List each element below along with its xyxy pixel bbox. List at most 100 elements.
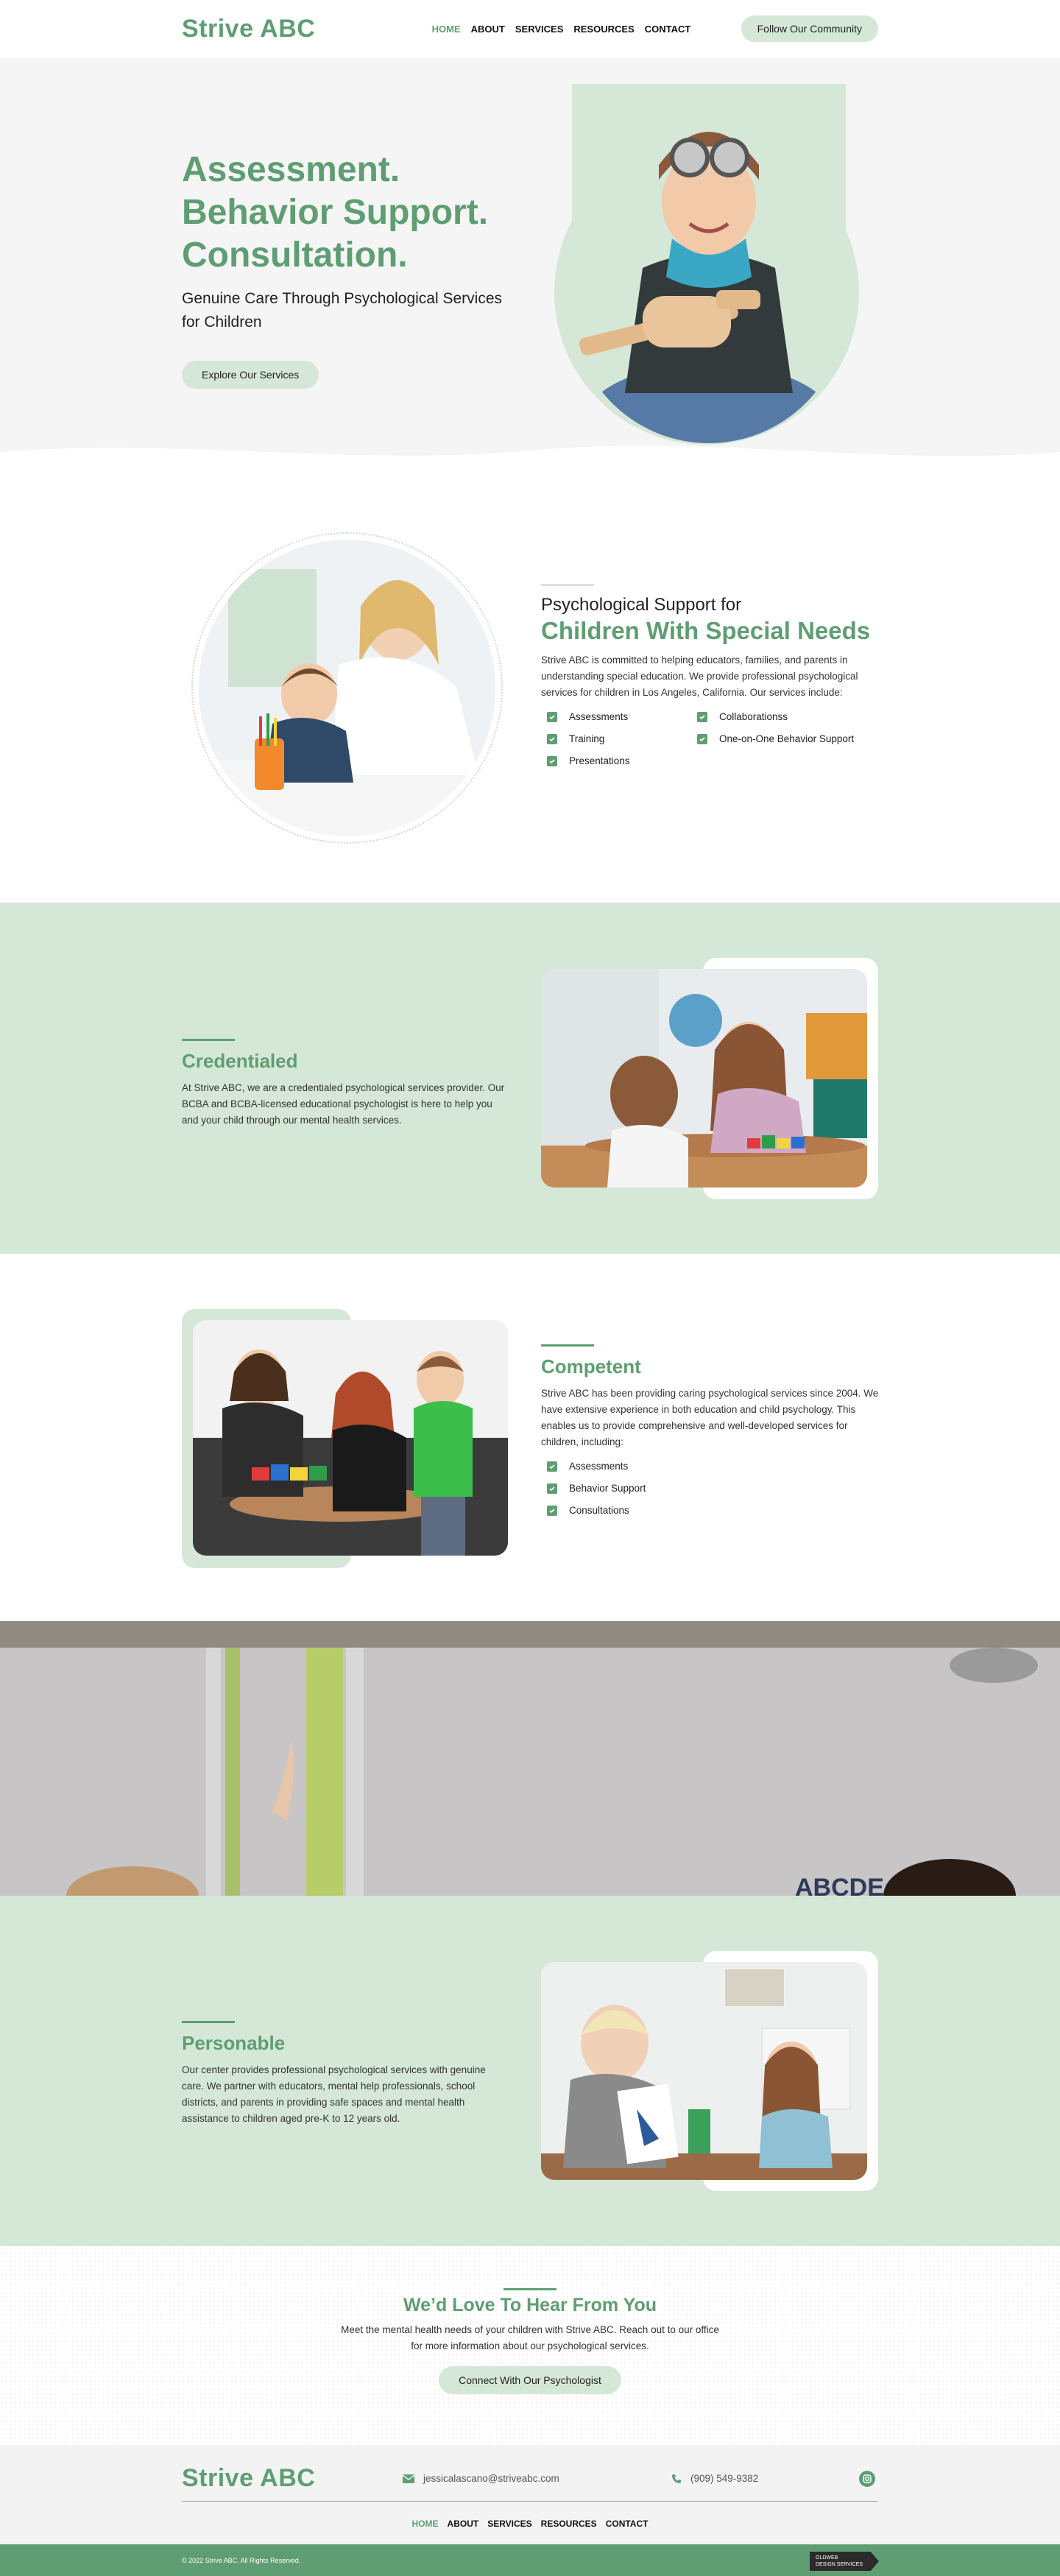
support-kicker: Psychological Support for (541, 595, 742, 615)
site-footer: Strive ABC jessicalascano@striveabc.com … (0, 2445, 1060, 2544)
hero-text: Assessment. Behavior Support. Consultati… (182, 149, 520, 389)
credentialed-paragraph: At Strive ABC, we are a credentialed psy… (182, 1082, 505, 1126)
nav-resources[interactable]: RESOURCES (573, 24, 634, 35)
footer-email-text: jessicalascano@striveabc.com (423, 2473, 559, 2484)
classroom-photo: ABCDE (0, 1621, 1060, 1896)
hero-child-photo (572, 84, 846, 443)
hero-title: Assessment. Behavior Support. Consultati… (182, 149, 520, 277)
competent-section: Competent Strive ABC has been providing … (0, 1254, 1060, 1621)
check-icon (547, 1461, 557, 1472)
contact-section: We’d Love To Hear From You Meet the ment… (0, 2246, 1060, 2445)
copyright-bar: © 2022 Strive ABC. All Rights Reserved. … (0, 2544, 1060, 2576)
site-header: Strive ABC HOME ABOUT SERVICES RESOURCES… (0, 0, 1060, 57)
badge-line2: DESIGN SERVICES (816, 2562, 863, 2567)
list-item: Behavior Support (547, 1483, 768, 1494)
check-icon (697, 711, 707, 722)
personable-photo (541, 1962, 867, 2180)
list-item-label: Collaborationss (719, 711, 788, 722)
check-icon (547, 733, 557, 744)
hero-title-line3: Consultation. (182, 236, 408, 275)
banner-letters: ABCDE (795, 1874, 884, 1896)
check-icon (547, 1483, 557, 1494)
list-item: Consultations (547, 1505, 768, 1516)
list-item-label: Training (569, 733, 605, 744)
credentialed-section: Credentialed At Strive ABC, we are a cre… (0, 903, 1060, 1254)
envelope-icon (403, 2474, 414, 2483)
list-item-label: One-on-One Behavior Support (719, 733, 855, 744)
footer-divider (182, 2501, 878, 2502)
classroom-banner-image: ABCDE (0, 1621, 1060, 1896)
support-title: Children With Special Needs (541, 617, 871, 644)
support-section: Psychological Support for Children With … (0, 473, 1060, 903)
nav-contact[interactable]: CONTACT (645, 24, 691, 35)
personable-paragraph: Our center provides professional psychol… (182, 2064, 486, 2124)
contact-paragraph: Meet the mental health needs of your chi… (341, 2324, 719, 2351)
competent-text: Competent Strive ABC has been providing … (541, 1344, 880, 1516)
hero-title-line1: Assessment. (182, 150, 400, 189)
support-paragraph: Strive ABC is committed to helping educa… (541, 654, 858, 698)
support-accent-bar (541, 584, 594, 586)
list-item-label: Behavior Support (569, 1483, 646, 1494)
nav-home[interactable]: HOME (432, 24, 461, 35)
site-logo[interactable]: Strive ABC (182, 15, 315, 43)
follow-community-button[interactable]: Follow Our Community (741, 15, 878, 42)
footer-phone[interactable]: (909) 549-9382 (671, 2473, 859, 2484)
nav-about[interactable]: ABOUT (471, 24, 505, 35)
contact-accent-bar (504, 2288, 556, 2290)
list-item-label: Presentations (569, 755, 630, 766)
competent-accent-bar (541, 1344, 594, 1347)
check-icon (547, 1505, 557, 1516)
list-item-label: Consultations (569, 1505, 629, 1516)
credentialed-accent-bar (182, 1039, 235, 1041)
badge-line1: OLDWEB (816, 2555, 838, 2561)
list-item-label: Assessments (569, 711, 629, 722)
competent-service-list: Assessments Behavior Support Consultatio… (541, 1461, 880, 1516)
footer-nav-resources[interactable]: RESOURCES (541, 2519, 597, 2529)
check-icon (697, 733, 707, 744)
hero-subtitle: Genuine Care Through Psychological Servi… (182, 290, 503, 331)
competent-title: Competent (541, 1355, 641, 1377)
check-icon (547, 711, 557, 722)
list-item: Presentations (547, 755, 697, 766)
credentialed-photo (541, 969, 867, 1188)
explore-services-button[interactable]: Explore Our Services (182, 361, 319, 389)
nav-services[interactable]: SERVICES (515, 24, 564, 35)
list-item: Collaborationss (697, 711, 859, 722)
footer-nav-contact[interactable]: CONTACT (606, 2519, 649, 2529)
personable-title: Personable (182, 2032, 286, 2054)
support-photo (199, 540, 495, 836)
personable-section: Personable Our center provides professio… (0, 1896, 1060, 2246)
hero-section: Assessment. Behavior Support. Consultati… (0, 57, 1060, 473)
list-item-label: Assessments (569, 1461, 629, 1472)
competent-photo (193, 1320, 508, 1556)
contact-title: We’d Love To Hear From You (403, 2295, 657, 2315)
list-item: Assessments (547, 1461, 768, 1472)
footer-nav-home[interactable]: HOME (412, 2519, 439, 2529)
footer-nav-about[interactable]: ABOUT (448, 2519, 479, 2529)
phone-icon (672, 2474, 681, 2483)
copyright-text: © 2022 Strive ABC. All Rights Reserved. (182, 2557, 301, 2564)
list-item: Assessments (547, 711, 697, 722)
hero-wave-divider (0, 445, 1060, 473)
designer-badge[interactable]: OLDWEB DESIGN SERVICES (810, 2552, 879, 2571)
footer-phone-text: (909) 549-9382 (690, 2473, 759, 2484)
instagram-icon[interactable] (859, 2470, 875, 2487)
list-item: Training (547, 733, 697, 744)
personable-text: Personable Our center provides professio… (182, 2021, 506, 2127)
credentialed-title: Credentialed (182, 1050, 298, 1072)
support-service-list: Assessments Collaborationss Training One… (541, 711, 880, 766)
footer-logo[interactable]: Strive ABC (182, 2464, 403, 2493)
footer-top: Strive ABC jessicalascano@striveabc.com … (182, 2464, 878, 2493)
footer-nav: HOME ABOUT SERVICES RESOURCES CONTACT (0, 2519, 1060, 2529)
support-text: Psychological Support for Children With … (541, 584, 880, 766)
hero-title-line2: Behavior Support. (182, 193, 489, 232)
list-item: One-on-One Behavior Support (697, 733, 859, 744)
connect-psychologist-button[interactable]: Connect With Our Psychologist (439, 2366, 621, 2394)
credentialed-text: Credentialed At Strive ABC, we are a cre… (182, 1039, 506, 1129)
competent-paragraph: Strive ABC has been providing caring psy… (541, 1388, 879, 1447)
personable-accent-bar (182, 2021, 235, 2023)
footer-email[interactable]: jessicalascano@striveabc.com (403, 2473, 671, 2484)
footer-nav-services[interactable]: SERVICES (487, 2519, 531, 2529)
check-icon (547, 755, 557, 766)
main-nav: HOME ABOUT SERVICES RESOURCES CONTACT (432, 24, 691, 35)
